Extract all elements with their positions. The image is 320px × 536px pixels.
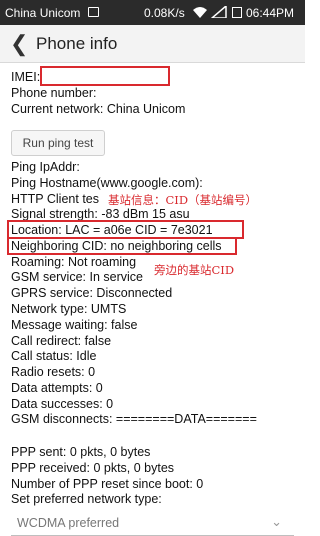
- carrier-label: China Unicom: [5, 6, 81, 20]
- phone-number-label: Phone number:: [11, 86, 97, 100]
- ping-hostname: Ping Hostname(www.google.com):: [11, 176, 203, 190]
- imei-label: IMEI:: [11, 70, 41, 84]
- call-status: Call status: Idle: [11, 349, 97, 363]
- network-type: Network type: UMTS: [11, 302, 127, 316]
- radio-resets: Radio resets: 0: [11, 365, 96, 379]
- call-redirect: Call redirect: false: [11, 334, 112, 348]
- battery-icon: [232, 7, 242, 18]
- message-waiting: Message waiting: false: [11, 318, 138, 332]
- data-attempts: Data attempts: 0: [11, 381, 103, 395]
- imei-redaction-box: [40, 66, 170, 86]
- base-station-annotation: 基站信息：CID（基站编号）: [108, 192, 258, 208]
- page-title: Phone info: [36, 34, 118, 53]
- sim-card-icon: [88, 7, 99, 17]
- run-ping-test-button[interactable]: Run ping test: [11, 130, 105, 156]
- roaming: Roaming: Not roaming: [11, 255, 137, 269]
- gsm-disconnects: GSM disconnects: ========DATA=======: [11, 412, 257, 426]
- status-bar: China Unicom 0.08K/s 06:44PM: [0, 0, 305, 25]
- ppp-received: PPP received: 0 pkts, 0 bytes: [11, 461, 175, 475]
- http-client-test: HTTP Client tes: [11, 192, 99, 206]
- signal-icon: [211, 6, 227, 18]
- preferred-network-label: Set preferred network type:: [11, 492, 162, 506]
- ppp-sent: PPP sent: 0 pkts, 0 bytes: [11, 445, 151, 459]
- gsm-service: GSM service: In service: [11, 270, 143, 284]
- preferred-network-select[interactable]: WCDMA preferred ⌄: [11, 512, 294, 536]
- back-icon[interactable]: ❮: [10, 33, 28, 55]
- chevron-down-icon: ⌄: [271, 514, 282, 529]
- data-successes: Data successes: 0: [11, 397, 114, 411]
- app-header: ❮ Phone info: [0, 25, 305, 63]
- neighbor-annotation: 旁边的基站CID: [154, 262, 235, 278]
- ping-ipaddr: Ping IpAddr:: [11, 160, 80, 174]
- gprs-service: GPRS service: Disconnected: [11, 286, 173, 300]
- neighbor-highlight-box: [7, 237, 237, 255]
- wifi-icon: [193, 7, 207, 18]
- network-speed: 0.08K/s: [144, 6, 185, 20]
- current-network-label: Current network: China Unicom: [11, 102, 186, 116]
- preferred-network-value: WCDMA preferred: [17, 516, 120, 530]
- ppp-reset-count: Number of PPP reset since boot: 0: [11, 477, 204, 491]
- clock: 06:44PM: [246, 6, 295, 20]
